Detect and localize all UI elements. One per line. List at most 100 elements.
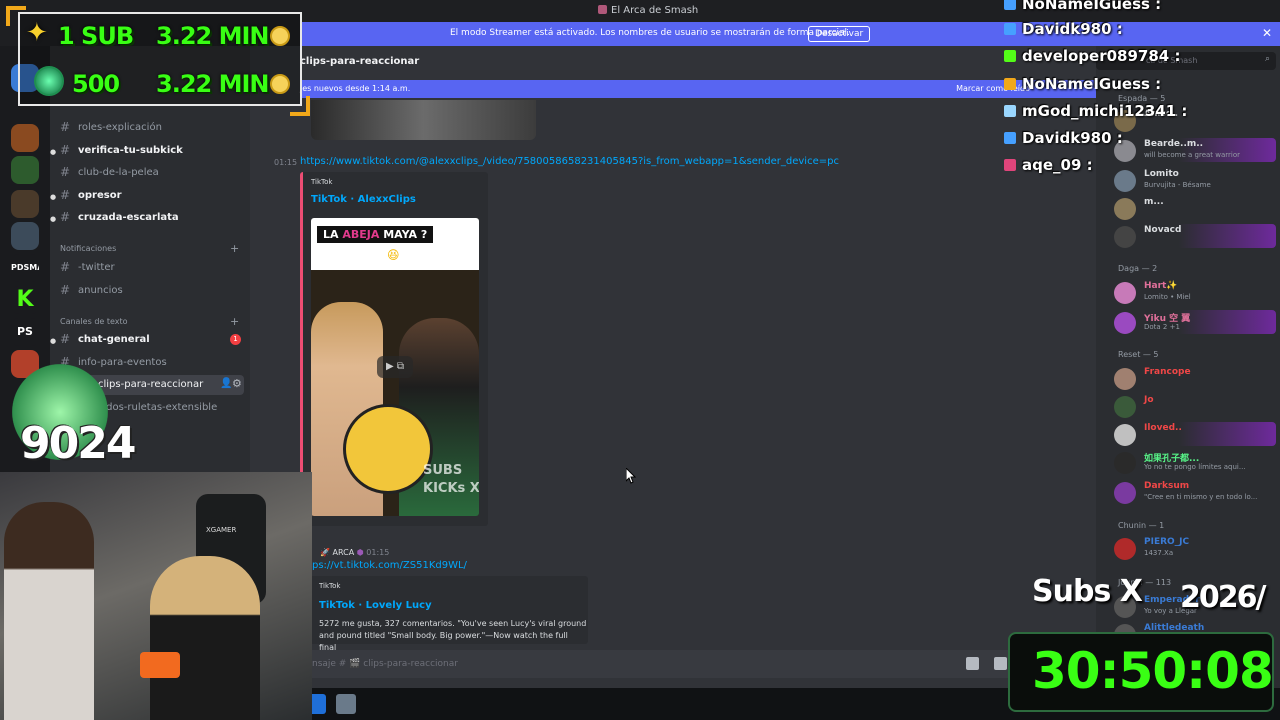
microphone bbox=[140, 652, 180, 678]
goal-time: 3.22 MIN bbox=[156, 22, 269, 50]
message-timestamp: 01:15 bbox=[366, 548, 390, 557]
member-item[interactable]: Bearde..m.. will become a great warrior bbox=[1114, 138, 1276, 162]
member-status: "Cree en ti mismo y en todo lo... bbox=[1144, 493, 1258, 501]
gear-icon[interactable]: ⚙ bbox=[232, 377, 242, 390]
chat-username: NoNameIGuess : bbox=[1022, 75, 1162, 93]
channel-verifica-tu-subkick[interactable]: ● # verifica-tu-subkick bbox=[50, 141, 246, 161]
app-icon[interactable] bbox=[336, 694, 356, 714]
member-item[interactable]: Jo bbox=[1114, 394, 1276, 418]
message-link[interactable]: https://www.tiktok.com/@alexxclips_/vide… bbox=[300, 156, 839, 167]
hash-icon: # bbox=[60, 188, 71, 202]
channel-cruzada-escarlata[interactable]: ● # cruzada-escarlata bbox=[50, 208, 246, 228]
channel-label: cruzada-escarlata bbox=[78, 212, 179, 223]
window-title-text: El Arca de Smash bbox=[611, 5, 699, 16]
hash-icon: # bbox=[60, 283, 71, 297]
invite-icon[interactable]: 👤 bbox=[220, 378, 232, 389]
chat-overlay-line: developer089784 : bbox=[1004, 47, 1180, 65]
member-item[interactable]: Francope bbox=[1114, 366, 1276, 390]
member-name: Novacd bbox=[1144, 225, 1182, 235]
server-icon-kick[interactable]: K bbox=[11, 286, 39, 314]
member-name: Bearde..m.. bbox=[1144, 139, 1204, 149]
play-icon[interactable]: ▶ ⧉ bbox=[377, 356, 413, 378]
thumbnail-caption: LA ABEJA MAYA ? bbox=[317, 226, 434, 243]
server-icon-5[interactable] bbox=[11, 222, 39, 250]
channel-twitter[interactable]: # -twitter bbox=[50, 258, 246, 278]
chat-username: developer089784 : bbox=[1022, 47, 1181, 65]
member-item[interactable]: Hart✨ Lomito • Miel bbox=[1114, 280, 1276, 304]
embed-title[interactable]: TikTok · AlexxClips bbox=[311, 194, 416, 205]
channel-chat-general[interactable]: ● # chat-general 1 bbox=[50, 330, 246, 350]
member-status: Dota 2 +1 bbox=[1144, 323, 1180, 331]
channel-club-de-la-pelea[interactable]: # club-de-la-pelea bbox=[50, 163, 246, 183]
stream-screenshot: El Arca de Smash El modo Streamer está a… bbox=[0, 0, 1280, 720]
deactivate-button[interactable]: Desactivar bbox=[808, 26, 871, 42]
member-name: Lomito bbox=[1144, 169, 1179, 179]
channel-anuncios[interactable]: # anuncios bbox=[50, 281, 246, 301]
member-group-reset: Reset — 5 bbox=[1118, 350, 1159, 359]
server-icon-ps[interactable]: PS bbox=[11, 318, 39, 346]
embed-title[interactable]: TikTok · Lovely Lucy bbox=[319, 600, 432, 611]
badge-icon: ⬢ bbox=[356, 548, 364, 557]
role-icon: 🚀 bbox=[320, 548, 330, 557]
server-icon-pdsma[interactable]: PDSMA bbox=[11, 254, 39, 282]
message-composer[interactable]: nsaje # 🎬 clips-para-reaccionar bbox=[300, 650, 1046, 678]
channel-label: roles-explicación bbox=[78, 122, 162, 133]
member-item[interactable]: 如果孔子都... Yo no te pongo límites aqui... bbox=[1114, 450, 1276, 474]
channel-label: club-de-la-pelea bbox=[78, 167, 159, 178]
chat-overlay-line: aqe_09 : bbox=[1004, 156, 1093, 174]
channel-opresor[interactable]: ● # opresor bbox=[50, 186, 246, 206]
member-name: PIERO_JC bbox=[1144, 537, 1190, 547]
hash-icon: # bbox=[60, 260, 71, 274]
hash-icon: # bbox=[60, 210, 71, 224]
chat-overlay-line: mGod_michi12341 : bbox=[1004, 102, 1187, 120]
server-icon-2[interactable] bbox=[11, 124, 39, 152]
star-icon: ✦ bbox=[26, 18, 48, 48]
add-channel-icon[interactable]: + bbox=[230, 242, 239, 255]
avatar bbox=[1114, 226, 1136, 248]
gif-icon[interactable] bbox=[994, 657, 1007, 670]
channel-label: clips-para-reaccionar bbox=[98, 379, 204, 390]
caption-highlight: ABEJA bbox=[342, 228, 380, 241]
chat-username: NoNameIGuess : bbox=[1022, 0, 1162, 13]
message-link[interactable]: ps://vt.tiktok.com/ZS51Kd9WL/ bbox=[312, 560, 467, 571]
clock-icon bbox=[270, 26, 290, 46]
category-label: Canales de texto bbox=[60, 317, 128, 326]
chat-user-icon bbox=[1004, 159, 1016, 171]
chat-username: Davidk980 : bbox=[1022, 20, 1123, 38]
category-canales-de-texto[interactable]: Canales de texto + bbox=[60, 315, 239, 328]
previous-image-attachment[interactable] bbox=[311, 100, 536, 140]
avatar bbox=[1114, 538, 1136, 560]
member-item[interactable]: Iloved.. bbox=[1114, 422, 1276, 446]
unread-dot: ● bbox=[50, 148, 57, 156]
member-item[interactable]: Darksum "Cree en ti mismo y en todo lo... bbox=[1114, 480, 1276, 504]
server-icon-4[interactable] bbox=[11, 190, 39, 218]
mouse-cursor bbox=[625, 466, 637, 484]
banner-text: El modo Streamer está activado. Los nomb… bbox=[450, 28, 850, 38]
chat-area: clips-para-reaccionar jes nuevos desde 1… bbox=[250, 46, 1096, 720]
video-thumbnail[interactable]: LA ABEJA MAYA ? 😆 ▶ ⧉ SUBS KICKs X bbox=[311, 218, 479, 516]
member-item[interactable]: m... bbox=[1114, 196, 1276, 220]
new-messages-bar[interactable]: jes nuevos desde 1:14 a.m. Marcar como l… bbox=[300, 80, 1096, 98]
category-notificaciones[interactable]: Notificaciones + bbox=[60, 242, 239, 255]
caption-emoji: 😆 bbox=[387, 248, 400, 262]
member-status: Yo no te pongo límites aqui... bbox=[1144, 463, 1246, 471]
goal-count: 500 bbox=[72, 70, 120, 98]
unread-dot: ● bbox=[50, 193, 57, 201]
gift-icon[interactable] bbox=[966, 657, 979, 670]
member-item[interactable]: Novacd bbox=[1114, 224, 1276, 248]
mention-badge: 1 bbox=[230, 334, 241, 345]
chat-user-icon bbox=[1004, 105, 1016, 117]
corner-bracket bbox=[6, 6, 26, 26]
member-item[interactable]: Yiku 空 翼 Dota 2 +1 bbox=[1114, 310, 1276, 334]
server-icon-3[interactable] bbox=[11, 156, 39, 184]
embed-description: 5272 me gusta, 327 comentarios. "You've … bbox=[319, 619, 587, 652]
unread-dot: ● bbox=[50, 215, 57, 223]
hash-icon: # bbox=[60, 332, 71, 346]
member-name: Iloved.. bbox=[1144, 423, 1182, 433]
date-label: 2026/ bbox=[1180, 580, 1266, 615]
close-icon[interactable]: ✕ bbox=[1262, 26, 1272, 40]
member-item[interactable]: PIERO_JC 1437.Xa bbox=[1114, 536, 1276, 560]
member-item[interactable]: Lomito Burvujita - Bésame bbox=[1114, 168, 1276, 192]
add-channel-icon[interactable]: + bbox=[230, 315, 239, 328]
channel-roles-explicacion[interactable]: # roles-explicación bbox=[50, 118, 246, 138]
